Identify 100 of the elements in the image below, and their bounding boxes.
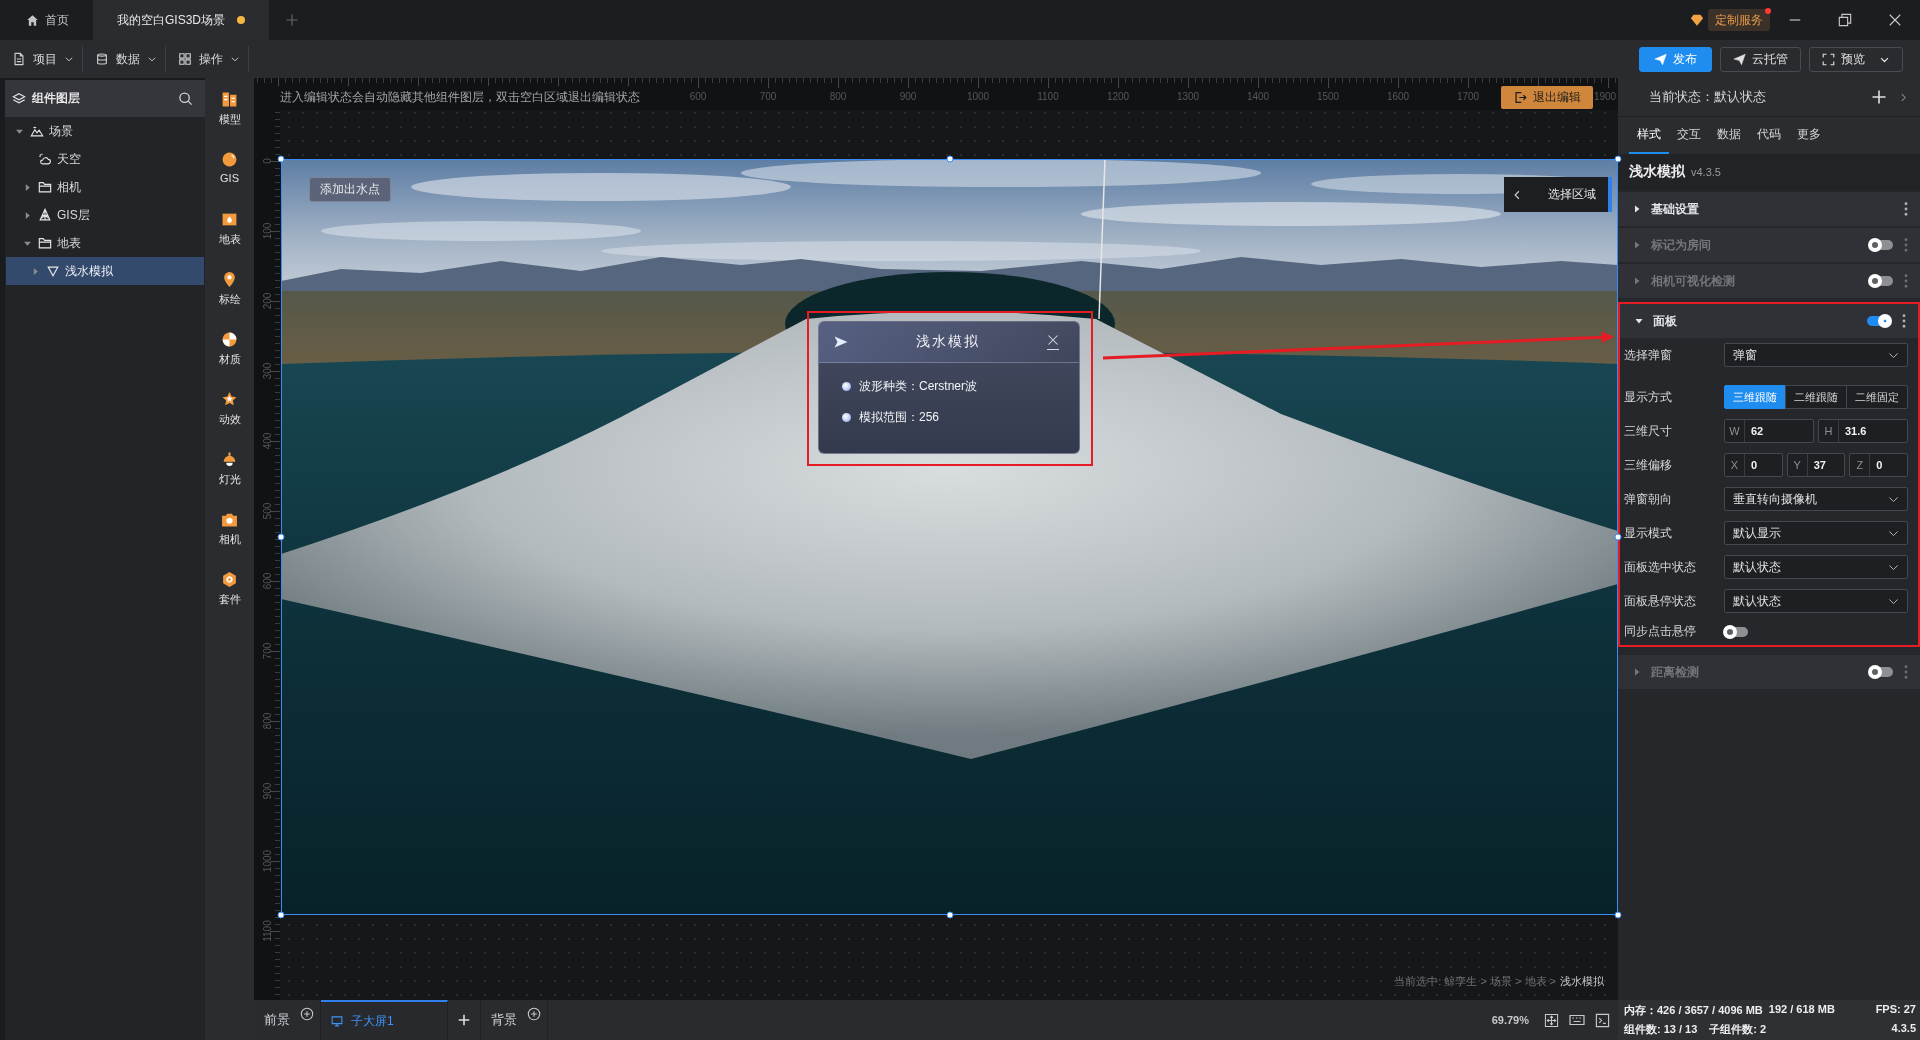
home-icon — [26, 13, 39, 27]
keyboard-icon[interactable] — [1569, 1012, 1585, 1028]
chevron-down-icon — [230, 54, 240, 64]
dropdown-field[interactable]: 默认状态 — [1724, 589, 1908, 613]
resize-handle[interactable] — [946, 155, 953, 163]
chevron-down-icon — [147, 54, 157, 64]
dropdown-field[interactable]: 默认状态 — [1724, 555, 1908, 579]
number-field[interactable]: X 0 — [1724, 453, 1783, 477]
component-tool[interactable]: 动效 — [205, 384, 254, 444]
component-tool[interactable]: 相机 — [205, 504, 254, 564]
more-icon[interactable] — [1904, 238, 1908, 252]
field-label: 选择弹窗 — [1624, 346, 1673, 364]
axis-label: X — [1725, 454, 1745, 476]
more-icon[interactable] — [1904, 274, 1908, 288]
ruler-label: 1900 — [1593, 91, 1617, 102]
ruler-label: 1000 — [261, 849, 273, 873]
add-outlet-button[interactable]: 添加出水点 — [309, 177, 391, 202]
screen-tab[interactable]: 子大屏1 — [321, 1000, 448, 1040]
section-header[interactable]: 面板 — [1620, 304, 1918, 338]
caret-right-icon[interactable] — [1633, 205, 1641, 213]
dropdown-field[interactable]: 垂直转向摄像机 — [1724, 487, 1908, 511]
close-icon[interactable] — [1888, 13, 1902, 27]
custom-service-button[interactable]: 定制服务 — [1708, 9, 1770, 31]
resize-handle[interactable] — [277, 533, 285, 541]
background-layer-label[interactable]: 背景 — [491, 1011, 517, 1029]
preview-button[interactable]: 预览 — [1809, 46, 1903, 72]
paper-plane-icon — [1654, 52, 1667, 66]
section-title: 相机可视化检测 — [1651, 272, 1735, 290]
layer-tree-item[interactable]: GIS层 — [6, 201, 204, 229]
panel-tab[interactable]: 更多 — [1789, 117, 1829, 154]
document-tab[interactable]: 我的空白GIS3D场景 — [93, 0, 269, 40]
zoom-level: 69.79% — [1491, 1014, 1529, 1026]
dropdown-field[interactable]: 弹窗 — [1724, 343, 1908, 367]
component-tool[interactable]: 模型 — [205, 84, 254, 144]
more-icon[interactable] — [1904, 665, 1908, 679]
building-blocks-icon — [221, 91, 238, 108]
axis-label: H — [1819, 420, 1839, 442]
exit-edit-button[interactable]: 退出编辑 — [1501, 86, 1593, 109]
home-tab[interactable]: 首页 — [0, 0, 93, 40]
menu-dropdown[interactable]: 数据 — [83, 46, 166, 72]
panel-tab[interactable]: 交互 — [1669, 117, 1709, 154]
layer-tree-item[interactable]: 浅水模拟 — [6, 257, 204, 285]
ruler-label: 1000 — [966, 91, 990, 102]
ruler-label: 800 — [829, 91, 847, 102]
search-icon[interactable] — [178, 91, 193, 106]
section-header[interactable]: 基础设置 — [1618, 192, 1920, 226]
memory-readout: 内存：426 / 3657 / 4096 MB — [1624, 1003, 1763, 1018]
number-field[interactable]: H 31.6 — [1818, 419, 1908, 443]
field-label: 面板悬停状态 — [1624, 592, 1697, 610]
terminal-icon[interactable] — [1595, 1012, 1610, 1028]
toggle-switch[interactable] — [1869, 240, 1893, 250]
toggle-switch[interactable] — [1867, 316, 1891, 326]
panel-tab[interactable]: 数据 — [1709, 117, 1749, 154]
ruler-label: 100 — [261, 221, 273, 242]
toggle-switch[interactable] — [1869, 276, 1893, 286]
component-tool[interactable]: 灯光 — [205, 444, 254, 504]
resize-handle[interactable] — [946, 911, 953, 919]
section-title: 基础设置 — [1651, 200, 1699, 218]
resize-handle[interactable] — [277, 911, 285, 919]
close-icon[interactable] — [1047, 334, 1059, 350]
ruler-label: 1300 — [1176, 91, 1200, 102]
chevron-down-icon — [64, 54, 74, 64]
component-tool[interactable]: 套件 — [205, 564, 254, 624]
more-icon[interactable] — [1902, 314, 1906, 328]
component-tool[interactable]: 标绘 — [205, 264, 254, 324]
arrow-icon — [833, 334, 849, 350]
menu-dropdown[interactable]: 项目 — [0, 46, 83, 72]
paper-plane-icon — [1733, 52, 1746, 66]
resize-handle[interactable] — [277, 155, 285, 163]
layer-tree-item[interactable]: 天空 — [6, 145, 204, 173]
component-tool[interactable]: GIS — [205, 144, 254, 204]
bullet-dot-icon — [842, 382, 851, 391]
cloud-host-button[interactable]: 云托管 — [1720, 46, 1801, 72]
ruler-label: 1100 — [1037, 91, 1059, 102]
restore-icon[interactable] — [1838, 13, 1852, 27]
toggle-switch[interactable] — [1869, 667, 1893, 677]
section-title: 面板 — [1653, 312, 1677, 330]
component-tool[interactable]: 材质 — [205, 324, 254, 384]
segment-option[interactable]: 二维跟随 — [1785, 385, 1847, 409]
number-field[interactable]: Z 0 — [1849, 453, 1908, 477]
four-arrows-icon[interactable] — [1544, 1012, 1559, 1028]
number-field[interactable]: Y 37 — [1786, 453, 1846, 477]
foreground-layer-label[interactable]: 前景 — [264, 1011, 290, 1029]
chevron-right-icon[interactable] — [1899, 92, 1908, 102]
layer-tree-item[interactable]: 相机 — [6, 173, 204, 201]
panel-tab[interactable]: 代码 — [1749, 117, 1789, 154]
layer-tree-item[interactable]: 地表 — [6, 229, 204, 257]
menu-dropdown[interactable]: 操作 — [166, 46, 249, 72]
toggle-switch[interactable] — [1724, 626, 1748, 637]
map-pin-icon — [221, 271, 238, 288]
current-state-label: 当前状态：默认状态 — [1649, 88, 1766, 106]
layer-tree-item[interactable]: 场景 — [6, 117, 204, 145]
number-field[interactable]: W 62 — [1724, 419, 1814, 443]
select-region-button[interactable]: 选择区域 — [1504, 177, 1612, 212]
segment-option[interactable]: 二维固定 — [1846, 385, 1908, 409]
caret-down-icon[interactable] — [1635, 317, 1643, 325]
dropdown-field[interactable]: 默认显示 — [1724, 521, 1908, 545]
component-tool[interactable]: 地表 — [205, 204, 254, 264]
star-icon — [221, 391, 238, 408]
more-icon[interactable] — [1904, 202, 1908, 216]
